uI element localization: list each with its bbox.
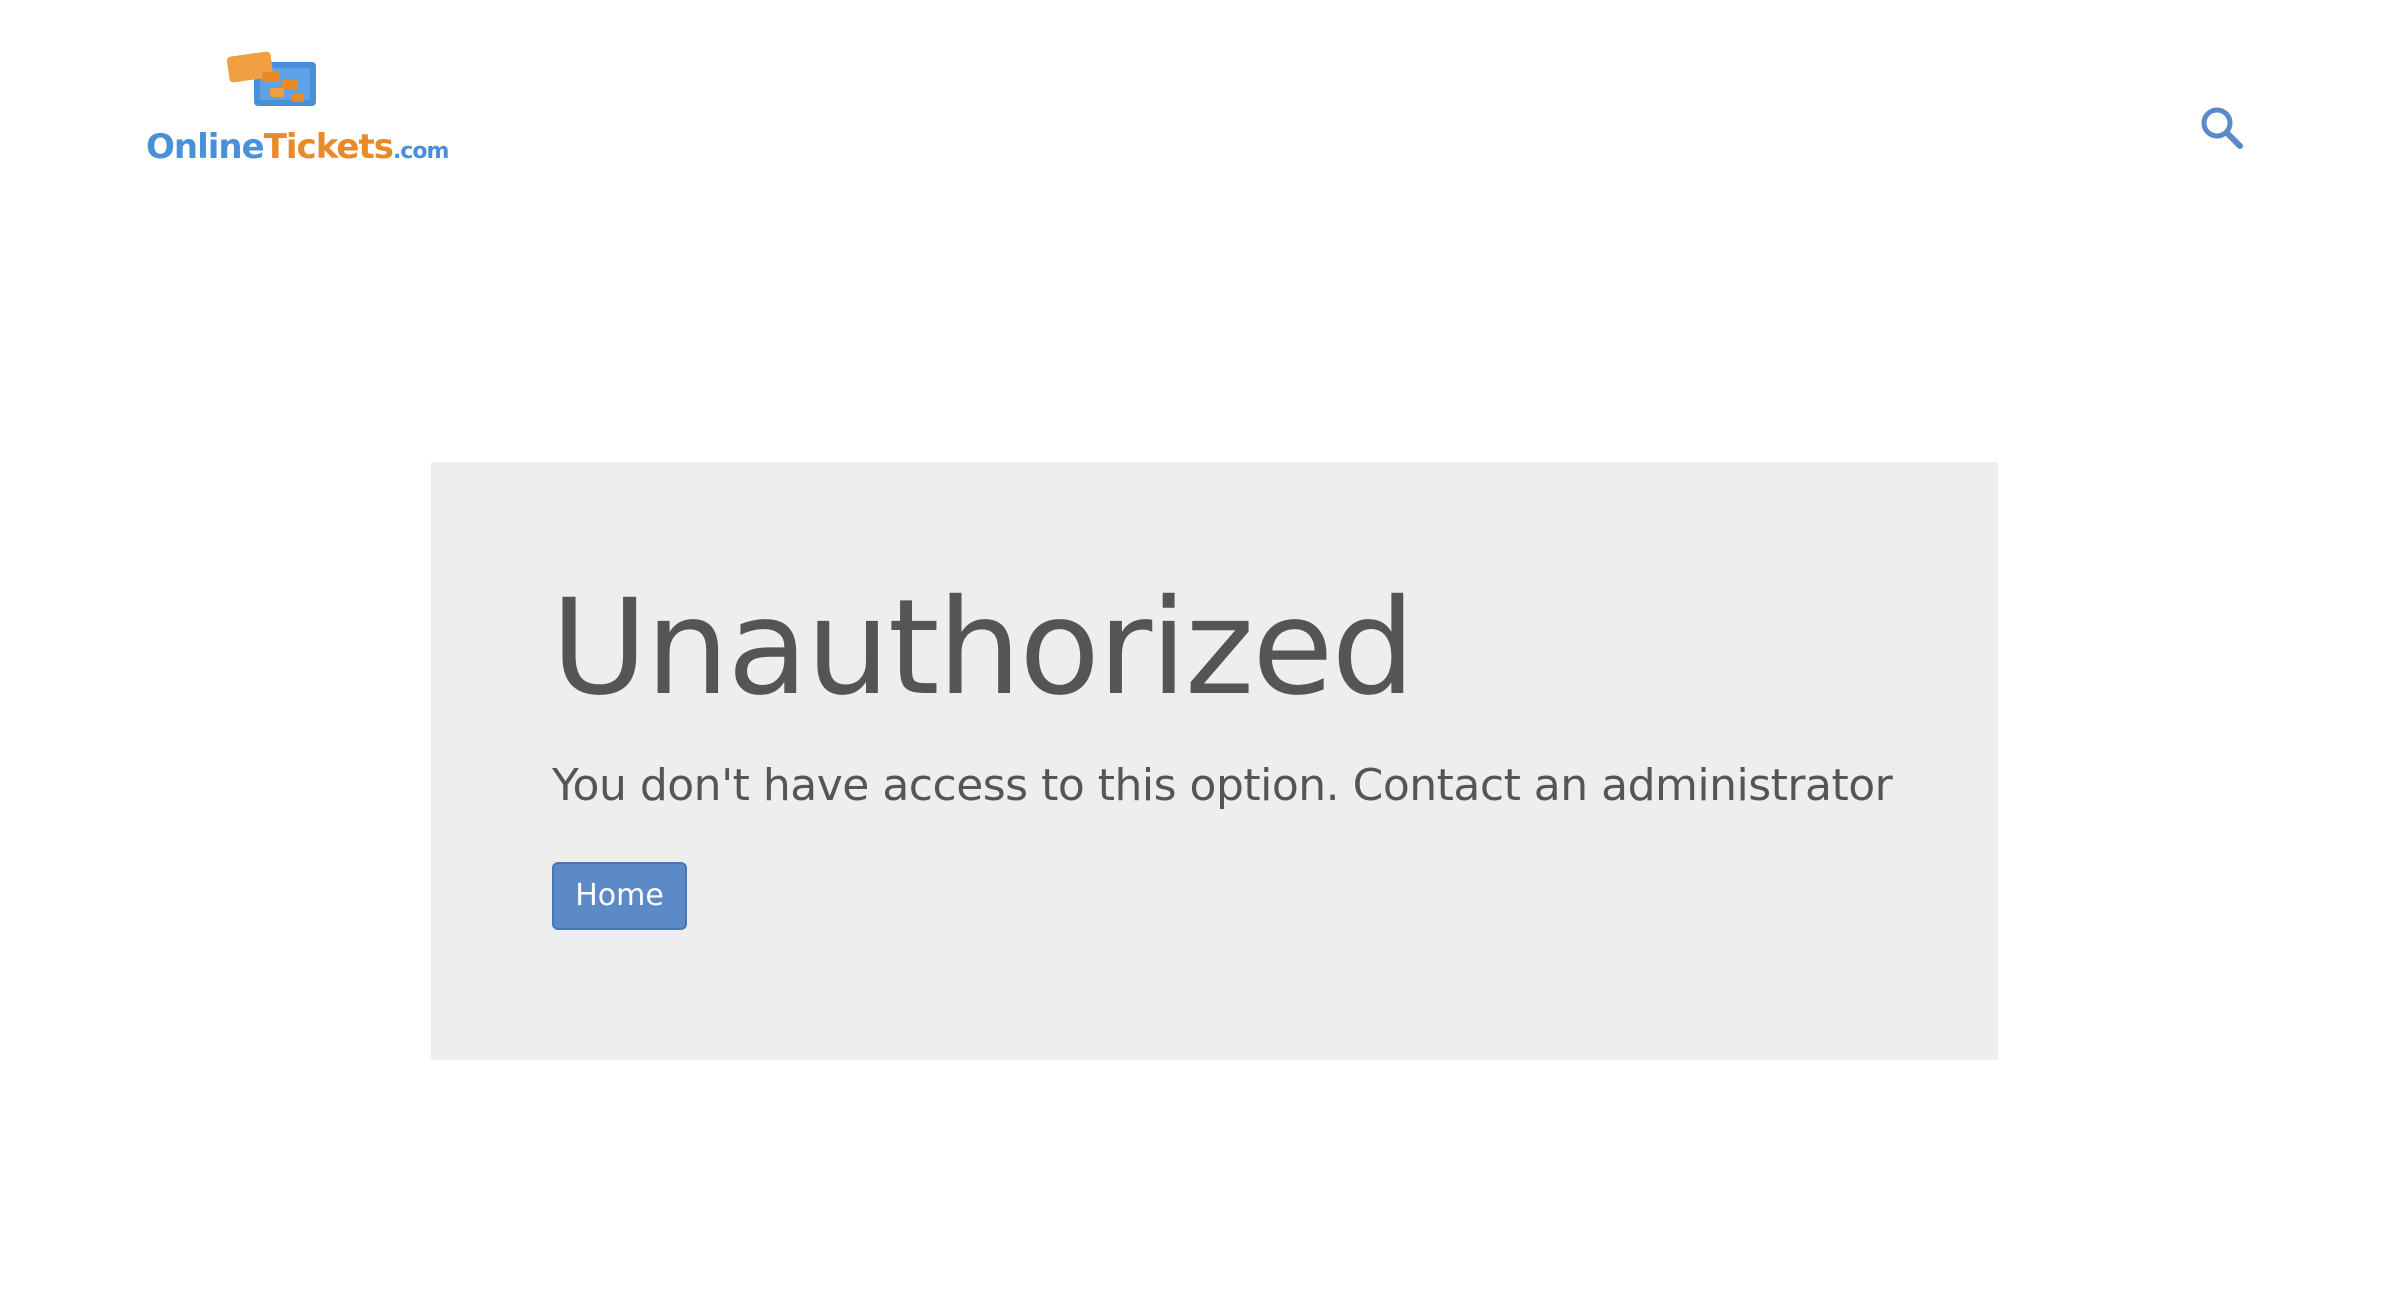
search-button[interactable]	[2198, 104, 2246, 152]
site-header: OnlineTickets.com	[0, 0, 2400, 200]
logo-text-com: .com	[392, 139, 449, 164]
ticket-stack-icon	[226, 50, 326, 120]
error-message: You don't have access to this option. Co…	[552, 760, 1893, 811]
logo-text-online: Online	[146, 127, 265, 167]
logo-wordmark: OnlineTickets.com	[146, 127, 449, 167]
home-button[interactable]: Home	[552, 862, 687, 930]
logo-text-tickets: Tickets	[263, 127, 394, 167]
page: OnlineTickets.com Unauthorized You don't…	[0, 0, 2400, 1298]
page-title: Unauthorized	[551, 571, 1415, 725]
search-icon	[2198, 107, 2246, 156]
site-logo[interactable]: OnlineTickets.com	[146, 50, 449, 175]
unauthorized-panel: Unauthorized You don't have access to th…	[431, 462, 1998, 1060]
